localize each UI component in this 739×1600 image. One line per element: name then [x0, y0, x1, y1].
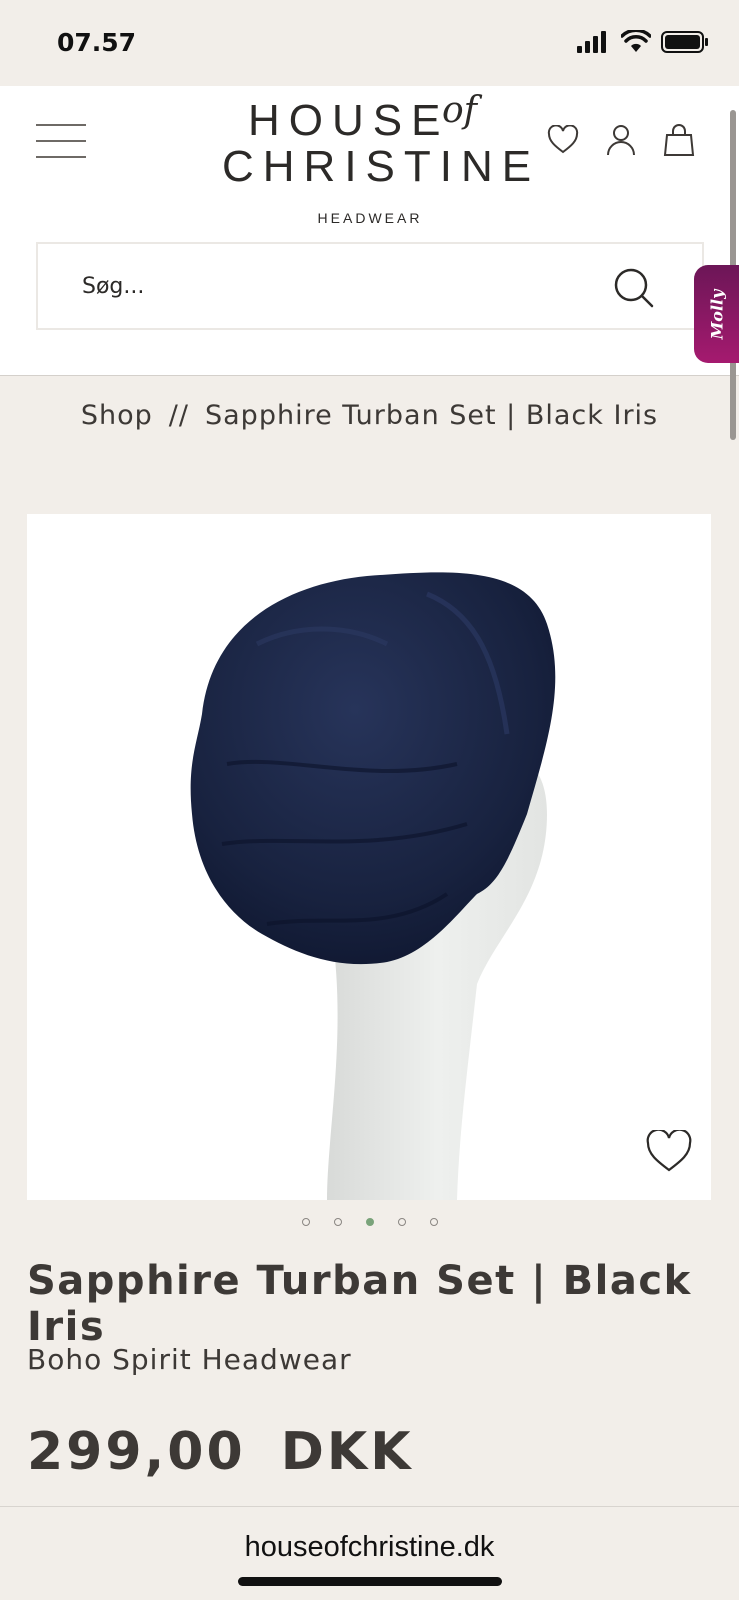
cart-button[interactable]	[661, 122, 697, 158]
heart-icon	[547, 125, 579, 154]
search-button[interactable]	[612, 266, 656, 310]
header-icons	[545, 122, 697, 158]
battery-icon	[661, 31, 708, 53]
breadcrumb-separator: //	[168, 400, 189, 431]
status-icons	[575, 30, 709, 54]
user-icon	[607, 125, 635, 156]
molly-widget-tab[interactable]: Molly	[694, 265, 739, 363]
logo-of: of	[442, 90, 477, 131]
menu-button[interactable]	[36, 124, 86, 158]
carousel-dot-2[interactable]	[333, 1218, 342, 1226]
status-bar: 07.57	[0, 0, 739, 86]
status-time: 07.57	[57, 28, 137, 57]
wishlist-button[interactable]	[545, 122, 581, 158]
logo-christine: CHRISTINE	[222, 142, 541, 191]
carousel-dot-1[interactable]	[301, 1218, 310, 1226]
search-icon	[614, 268, 654, 308]
product-wishlist-button[interactable]	[645, 1128, 693, 1174]
image-carousel-dots	[0, 1218, 739, 1226]
product-brand[interactable]: Boho Spirit Headwear	[27, 1343, 352, 1376]
turban-product-photo	[190, 572, 556, 1200]
url-text[interactable]: houseofchristine.dk	[0, 1531, 739, 1564]
home-indicator[interactable]	[238, 1577, 502, 1586]
product-price: 299,00 DKK	[27, 1422, 414, 1482]
product-image[interactable]	[27, 514, 711, 1200]
logo[interactable]: HOUSE of CHRISTINE HEADWEAR	[200, 90, 541, 226]
carousel-dot-4[interactable]	[397, 1218, 406, 1226]
site-header: HOUSE of CHRISTINE HEADWEAR	[0, 86, 739, 376]
account-button[interactable]	[603, 122, 639, 158]
breadcrumb: Shop // Sapphire Turban Set | Black Iris	[0, 400, 739, 431]
signal-icon	[577, 31, 606, 53]
breadcrumb-current: Sapphire Turban Set | Black Iris	[205, 400, 659, 431]
heart-icon	[646, 1128, 692, 1172]
carousel-dot-3[interactable]	[365, 1218, 374, 1226]
logo-house: HOUSE	[248, 96, 450, 145]
menu-bar-icon	[36, 156, 86, 158]
menu-bar-icon	[36, 124, 86, 126]
bag-icon	[663, 124, 695, 156]
carousel-dot-5[interactable]	[429, 1218, 438, 1226]
logo-headwear: HEADWEAR	[317, 210, 423, 226]
browser-url-bar[interactable]: houseofchristine.dk	[0, 1506, 739, 1600]
molly-label: Molly	[707, 289, 726, 339]
menu-bar-icon	[36, 140, 86, 142]
breadcrumb-shop-link[interactable]: Shop	[81, 400, 153, 431]
search-input[interactable]	[82, 268, 582, 304]
wifi-icon	[621, 30, 651, 52]
search-box	[36, 242, 704, 330]
product-title: Sapphire Turban Set | Black Iris	[27, 1258, 692, 1350]
